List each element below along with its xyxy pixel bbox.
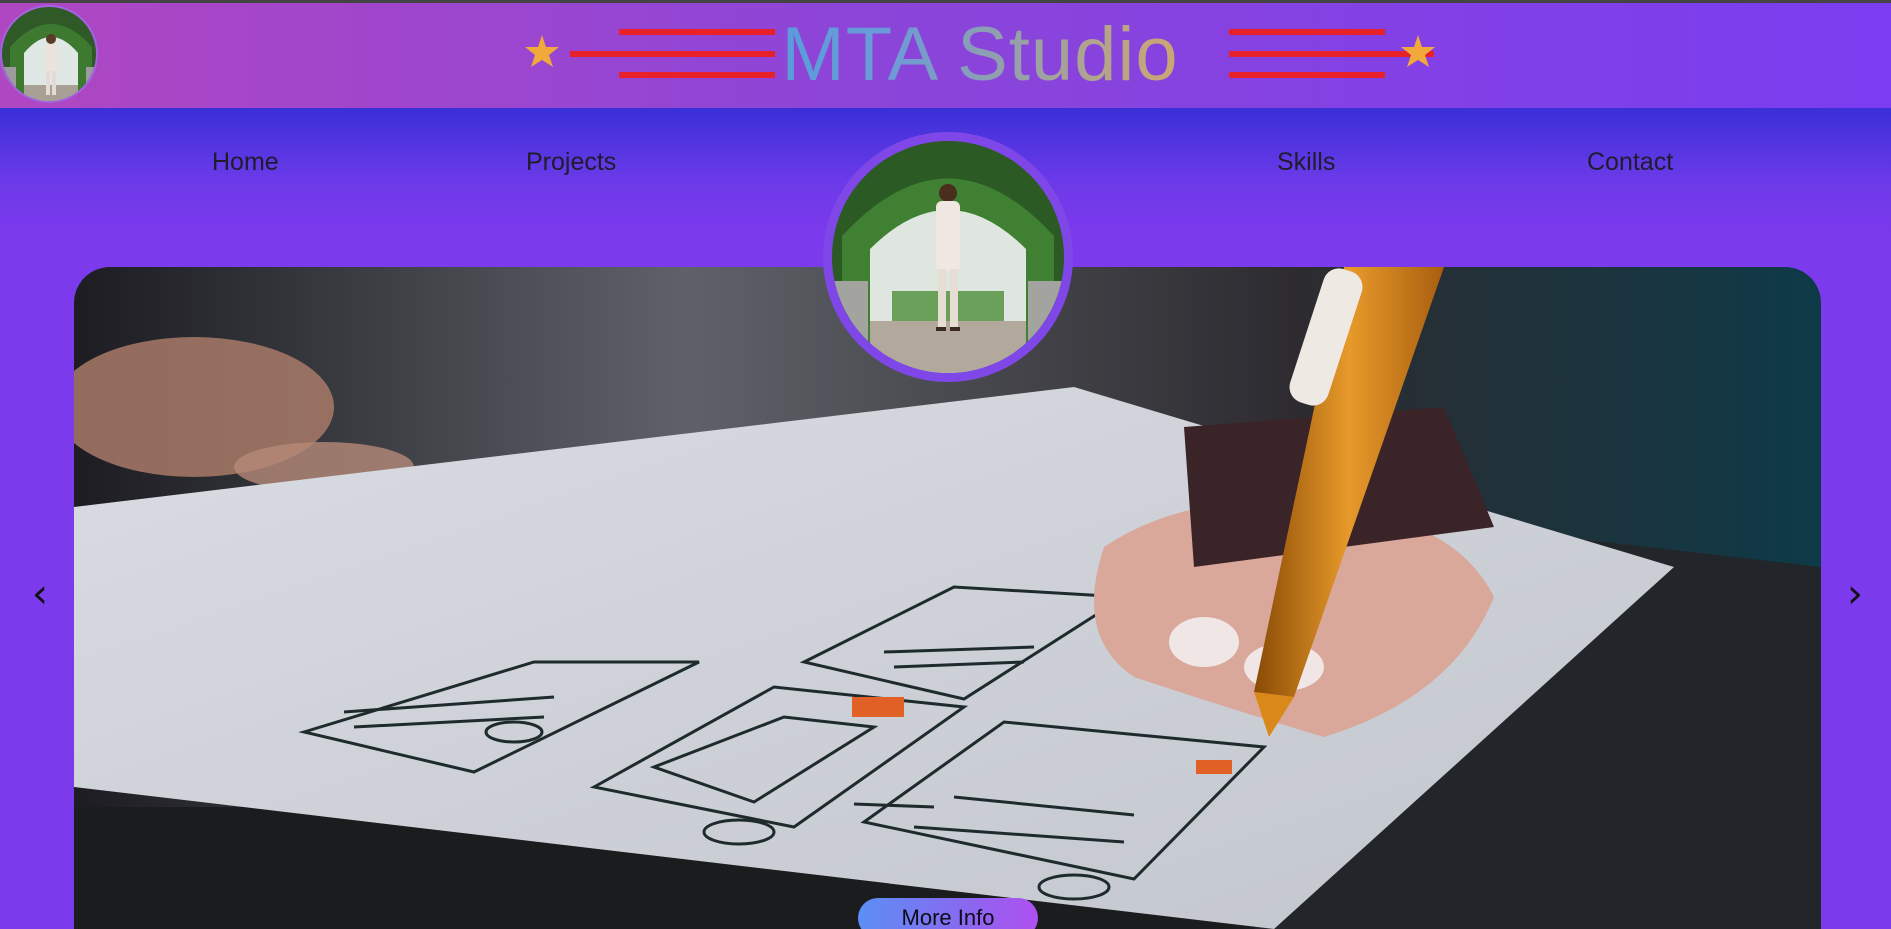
brand-logo[interactable]: MTA Studio [520,9,1440,101]
chevron-left-icon[interactable]: ‹ [20,568,60,620]
nav-skills-link[interactable]: Skills [1277,148,1335,177]
profile-avatar-large[interactable] [823,132,1073,382]
chevron-right-icon[interactable]: › [1835,568,1875,620]
nav-projects-link[interactable]: Projects [526,148,616,177]
profile-photo [832,141,1064,373]
site-header: MTA Studio [0,0,1891,108]
more-info-button[interactable]: More Info [858,898,1038,929]
nav-contact-link[interactable]: Contact [1587,148,1673,177]
nav-home-link[interactable]: Home [212,148,279,177]
profile-photo [2,7,96,101]
brand-title: MTA Studio [520,13,1440,97]
profile-avatar-small[interactable] [0,5,98,103]
